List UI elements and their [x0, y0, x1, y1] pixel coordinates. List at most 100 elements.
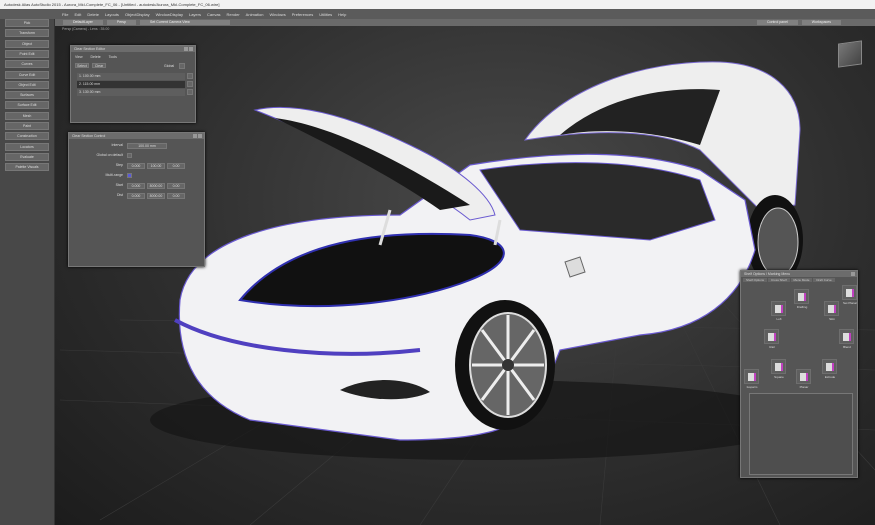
shelf-tool-extrude[interactable]: [822, 359, 837, 374]
shelf-tool-label: Planar: [799, 385, 809, 389]
tool-icon: [775, 363, 783, 371]
field-label: Global on default: [96, 153, 123, 157]
shelf-tool-rail[interactable]: [764, 329, 779, 344]
menu-windowdisplay[interactable]: WindowDisplay: [156, 12, 183, 17]
field-value[interactable]: 0.000: [127, 193, 145, 199]
palette-item-object[interactable]: Object: [5, 39, 49, 48]
row-toggle[interactable]: [187, 73, 193, 79]
palette-item-evaluate[interactable]: Evaluate: [5, 152, 49, 161]
layer-field[interactable]: DefaultLayer: [63, 20, 103, 25]
select-button[interactable]: Select: [75, 63, 89, 68]
palette-item-construction[interactable]: Construction: [5, 132, 49, 141]
menu-layouts[interactable]: Layouts: [105, 12, 119, 17]
palette-item-locators[interactable]: Locators: [5, 142, 49, 151]
field-value[interactable]: 8000.00: [147, 193, 165, 199]
section-row[interactable]: 2. 115.00 mm: [77, 81, 185, 88]
menu-delete[interactable]: Delete: [91, 55, 101, 59]
minimize-icon[interactable]: [184, 47, 188, 51]
menu-render[interactable]: Render: [227, 12, 240, 17]
tool-icon: [775, 305, 783, 313]
shelf-tab[interactable]: Menu Mode: [790, 278, 813, 282]
close-icon[interactable]: [189, 47, 193, 51]
shelf-tool-label: Isoparm: [746, 385, 758, 389]
palette-item-object-edit[interactable]: Object Edit: [5, 80, 49, 89]
palette-item-point-edit[interactable]: Point Edit: [5, 49, 49, 58]
shelf-tool-planar[interactable]: [796, 369, 811, 384]
shelf-tool-blend[interactable]: [839, 329, 854, 344]
field-value[interactable]: 0.00: [167, 193, 185, 199]
workspaces-button[interactable]: Workspaces: [801, 20, 841, 25]
field-value[interactable]: 0.000: [127, 163, 145, 169]
shelf-tool-label: Loft: [776, 317, 782, 321]
row-toggle[interactable]: [187, 81, 193, 87]
shelf-tool-label: Skin: [829, 317, 835, 321]
field-checkbox[interactable]: [127, 153, 132, 158]
palette-item-paint[interactable]: Paint: [5, 122, 49, 130]
tool-icon: [768, 333, 776, 341]
field-value[interactable]: 0.00: [167, 163, 185, 169]
shelf-tool-skin[interactable]: [824, 301, 839, 316]
menu-file[interactable]: File: [62, 12, 68, 17]
global-checkbox[interactable]: [179, 63, 185, 69]
shelf-dialog: Shelf Options / Marking Menu Shelf Optio…: [740, 270, 858, 478]
field-value[interactable]: 100.00 mm: [127, 143, 167, 149]
menu-layers[interactable]: Layers: [189, 12, 201, 17]
menu-utilities[interactable]: Utilities: [319, 12, 332, 17]
minimize-icon[interactable]: [193, 134, 197, 138]
close-icon[interactable]: [851, 272, 855, 276]
menu-windows[interactable]: Windows: [269, 12, 285, 17]
section-row[interactable]: 1. 100.00 mm: [77, 73, 185, 80]
shelf-tool-isoparm[interactable]: [744, 369, 759, 384]
shelf-tab[interactable]: Shelf Options: [743, 278, 768, 282]
shelf-tool-label: Set Planar: [842, 301, 857, 305]
menu-preferences[interactable]: Preferences: [292, 12, 314, 17]
menu-help[interactable]: Help: [338, 12, 346, 17]
section-row[interactable]: 3. 130.00 mm: [77, 89, 185, 96]
palette-item-surfaces[interactable]: Surfaces: [5, 91, 49, 100]
field-value[interactable]: 100.00: [147, 163, 165, 169]
view-field[interactable]: Persp: [106, 20, 137, 25]
row-toggle[interactable]: [187, 89, 193, 95]
palette-item-curve-edit[interactable]: Curve Edit: [5, 70, 49, 79]
palette-item-curves[interactable]: Curves: [5, 60, 49, 69]
field-value[interactable]: 8000.00: [147, 183, 165, 189]
field-label: Start: [115, 183, 123, 187]
palette-item-mesh[interactable]: Mesh: [5, 111, 49, 120]
tool-icon: [846, 289, 854, 297]
shelf-tool-drafting[interactable]: [794, 289, 809, 304]
shelf-tab[interactable]: Draft Curve: [813, 278, 835, 282]
menu-objectdisplay[interactable]: ObjectDisplay: [125, 12, 150, 17]
tool-icon: [800, 373, 808, 381]
menu-animation[interactable]: Animation: [246, 12, 264, 17]
window-title: Autodesk Alias AutoStudio 2015 - Aurora_…: [0, 0, 875, 9]
palette-item-transform[interactable]: Transform: [5, 29, 49, 38]
shelf-tab[interactable]: Cross Shelf: [768, 278, 790, 282]
field-checkbox[interactable]: [127, 173, 132, 178]
menu-delete[interactable]: Delete: [87, 12, 99, 17]
shelf-tool-label: Drafting: [796, 305, 808, 309]
section-editor-dialog: Clear Section Editor View Delete Tools S…: [70, 45, 196, 123]
secondary-toolbar: DefaultLayer Persp Set Current Camera Vi…: [55, 19, 875, 26]
field-value[interactable]: 0.000: [127, 183, 145, 189]
menu-tools[interactable]: Tools: [109, 55, 117, 59]
shelf-tool-set-planar[interactable]: [842, 285, 857, 300]
tool-icon: [826, 363, 834, 371]
palette-item-pick[interactable]: Pick: [5, 19, 49, 27]
shelf-drop-area[interactable]: [749, 393, 853, 475]
field-label: Step: [115, 163, 123, 167]
menu-edit[interactable]: Edit: [74, 12, 81, 17]
clear-button[interactable]: Clear: [92, 63, 106, 68]
section-control-dialog: Clear Section Control Interval 100.00 mm G…: [68, 132, 205, 267]
menu-view[interactable]: View: [75, 55, 83, 59]
palette-item-palette-visuals[interactable]: Palette Visuals: [5, 163, 49, 172]
tool-icon: [798, 293, 806, 301]
field-value[interactable]: 0.00: [167, 183, 185, 189]
palette-item-surface-edit[interactable]: Surface Edit: [5, 101, 49, 110]
control-panel-button[interactable]: Control panel: [756, 20, 798, 25]
menu-canvas[interactable]: Canvas: [207, 12, 221, 17]
shelf-tool-loft[interactable]: [771, 301, 786, 316]
dialog-title: Shelf Options / Marking Menu: [744, 272, 791, 276]
close-icon[interactable]: [198, 134, 202, 138]
shelf-tool-square[interactable]: [771, 359, 786, 374]
view-cube[interactable]: [838, 40, 862, 68]
